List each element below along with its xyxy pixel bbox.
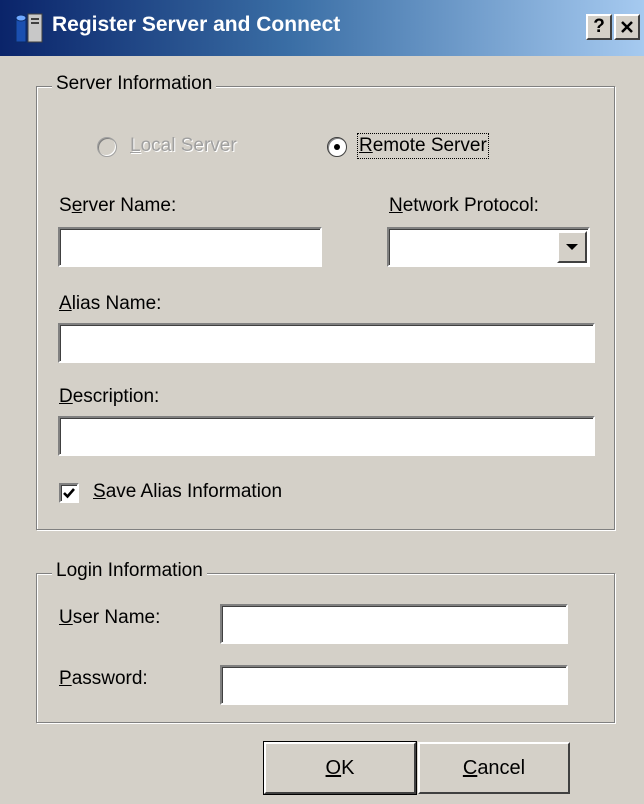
- alias-name-input[interactable]: [58, 323, 595, 363]
- description-input[interactable]: [58, 416, 595, 456]
- server-name-input[interactable]: [58, 227, 322, 267]
- server-name-label: Server Name:: [59, 195, 177, 216]
- cancel-button[interactable]: Cancel: [418, 742, 570, 794]
- user-name-input[interactable]: [220, 604, 568, 644]
- close-button[interactable]: [614, 14, 640, 40]
- password-input[interactable]: [220, 665, 568, 705]
- remote-server-label[interactable]: Remote Server: [357, 133, 489, 159]
- window-title: Register Server and Connect: [52, 13, 341, 36]
- help-button[interactable]: ?: [586, 14, 612, 40]
- local-server-radio[interactable]: [97, 137, 117, 157]
- save-alias-checkbox[interactable]: [59, 483, 79, 503]
- local-server-label[interactable]: Local Server: [130, 135, 237, 157]
- network-protocol-label: Network Protocol:: [389, 195, 539, 216]
- radio-selected-dot: [334, 144, 340, 150]
- user-name-label: User Name:: [59, 607, 161, 628]
- network-protocol-dropdown-button[interactable]: [557, 231, 587, 263]
- password-label: Password:: [59, 668, 148, 689]
- ok-button[interactable]: OK: [263, 741, 417, 795]
- down-arrow-icon: [566, 244, 578, 250]
- description-label: Description:: [59, 386, 160, 407]
- remote-server-radio[interactable]: [327, 137, 347, 157]
- server-app-icon: [14, 12, 44, 44]
- checkmark-icon: [63, 488, 75, 499]
- close-icon: [621, 21, 633, 33]
- server-information-legend: Server Information: [52, 73, 217, 95]
- alias-name-label: Alias Name:: [59, 293, 162, 314]
- save-alias-label[interactable]: Save Alias Information: [93, 481, 282, 503]
- login-information-legend: Login Information: [52, 560, 207, 582]
